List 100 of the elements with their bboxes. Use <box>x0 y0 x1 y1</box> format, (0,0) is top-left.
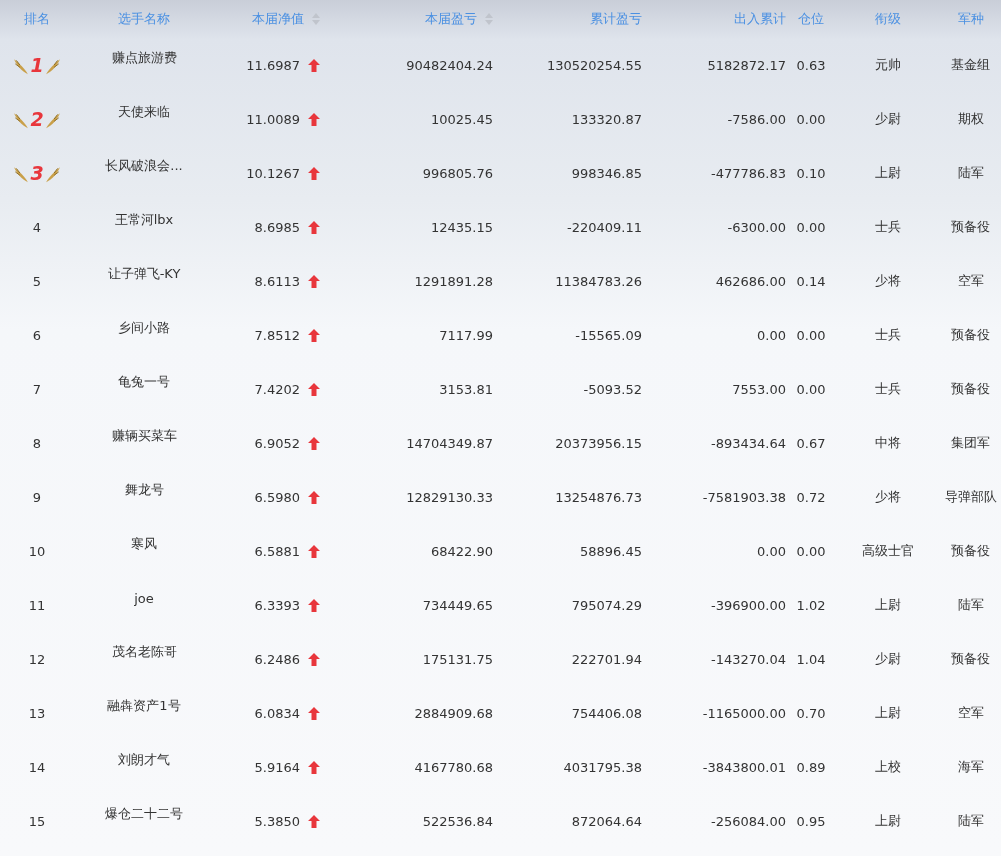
service-branch: 海军 <box>957 758 984 776</box>
season-profit: 522536.84 <box>422 813 493 829</box>
up-arrow-icon <box>308 220 320 234</box>
up-arrow-icon <box>308 814 320 828</box>
rank-title: 少将 <box>875 272 901 290</box>
position-ratio: 0.00 <box>796 111 826 127</box>
rank-number: 8 <box>32 435 42 451</box>
rank-number: 11 <box>28 597 46 613</box>
net-value: 6.3393 <box>254 597 300 613</box>
sort-icon[interactable] <box>485 13 493 25</box>
cash-flow: -477786.83 <box>711 165 786 181</box>
player-name: 刘朗才气 <box>118 751 170 769</box>
sort-icon[interactable] <box>312 13 320 25</box>
service-branch: 预备役 <box>951 326 990 344</box>
column-header: 军种 <box>957 10 984 28</box>
position-ratio: 0.72 <box>796 489 826 505</box>
cash-flow: -396900.00 <box>711 597 786 613</box>
rank-title: 士兵 <box>875 380 901 398</box>
net-value: 8.6113 <box>254 273 300 289</box>
total-profit: 872064.64 <box>571 813 642 829</box>
rank-title: 高级士官 <box>862 542 914 560</box>
service-branch: 预备役 <box>951 542 990 560</box>
winged-rank-badge: 2 <box>13 108 61 130</box>
total-profit: -5093.52 <box>583 381 642 397</box>
net-value: 7.4202 <box>254 381 300 397</box>
rank-title: 中将 <box>875 434 901 452</box>
cash-flow: 0.00 <box>757 543 786 559</box>
position-ratio: 0.95 <box>796 813 826 829</box>
player-name: 寒风 <box>131 535 157 553</box>
position-ratio: 0.89 <box>796 759 826 775</box>
service-branch: 预备役 <box>951 380 990 398</box>
up-arrow-icon <box>308 436 320 450</box>
total-profit: 754406.08 <box>571 705 642 721</box>
season-profit: 68422.90 <box>430 543 493 559</box>
up-arrow-icon <box>308 490 320 504</box>
net-value: 5.9164 <box>254 759 300 775</box>
player-name: 茂名老陈哥 <box>111 643 177 661</box>
up-arrow-icon <box>308 274 320 288</box>
rank-title: 上尉 <box>875 704 901 722</box>
season-profit: 7117.99 <box>439 327 493 343</box>
rank-number: 6 <box>32 327 42 343</box>
season-profit: 734449.65 <box>422 597 493 613</box>
service-branch: 预备役 <box>951 650 990 668</box>
rank-title: 上尉 <box>875 812 901 830</box>
total-profit: 20373956.15 <box>555 435 642 451</box>
column-header[interactable]: 本届净值 <box>252 10 304 28</box>
net-value: 11.0089 <box>246 111 300 127</box>
position-ratio: 0.00 <box>796 543 826 559</box>
total-profit: 4031795.38 <box>563 759 642 775</box>
net-value: 11.6987 <box>246 57 300 73</box>
net-value: 6.5980 <box>254 489 300 505</box>
up-arrow-icon <box>308 328 320 342</box>
player-name: 融犇资产1号 <box>107 697 181 715</box>
total-profit: -220409.11 <box>567 219 642 235</box>
position-ratio: 0.67 <box>796 435 826 451</box>
rank-title: 士兵 <box>875 326 901 344</box>
rank-number: 15 <box>28 813 46 829</box>
season-profit: 996805.76 <box>422 165 493 181</box>
cash-flow: 462686.00 <box>715 273 786 289</box>
position-ratio: 0.00 <box>796 381 826 397</box>
position-ratio: 0.00 <box>796 327 826 343</box>
cash-flow: -1165000.00 <box>702 705 786 721</box>
column-header[interactable]: 本届盈亏 <box>425 10 477 28</box>
player-name: 赚点旅游费 <box>111 49 177 67</box>
winged-rank-badge: 1 <box>13 54 61 76</box>
player-name: 舞龙号 <box>124 481 164 499</box>
cash-flow: -7586.00 <box>727 111 786 127</box>
net-value: 10.1267 <box>246 165 300 181</box>
rank-number: 10 <box>28 543 46 559</box>
total-profit: -15565.09 <box>575 327 642 343</box>
position-ratio: 0.00 <box>796 219 826 235</box>
service-branch: 空军 <box>957 704 984 722</box>
player-name: joe <box>134 590 154 606</box>
up-arrow-icon <box>308 598 320 612</box>
rank-title: 上尉 <box>875 596 901 614</box>
player-name: 龟兔一号 <box>118 373 170 391</box>
column-header: 出入累计 <box>734 10 786 28</box>
cash-flow: -7581903.38 <box>702 489 786 505</box>
total-profit: 222701.94 <box>571 651 642 667</box>
position-ratio: 0.10 <box>796 165 826 181</box>
up-arrow-icon <box>308 544 320 558</box>
total-profit: 13254876.73 <box>555 489 642 505</box>
service-branch: 基金组 <box>951 56 990 74</box>
total-profit: 58896.45 <box>579 543 642 559</box>
player-name: 长风破浪会... <box>105 157 183 175</box>
up-arrow-icon <box>308 706 320 720</box>
cash-flow: -6300.00 <box>727 219 786 235</box>
total-profit: 133320.87 <box>571 111 642 127</box>
net-value: 8.6985 <box>254 219 300 235</box>
player-name: 赚辆买菜车 <box>111 427 177 445</box>
service-branch: 导弹部队 <box>944 488 997 506</box>
position-ratio: 0.14 <box>796 273 826 289</box>
rank-number: 7 <box>32 381 42 397</box>
cash-flow: 7553.00 <box>732 381 786 397</box>
service-branch: 期权 <box>957 110 984 128</box>
service-branch: 陆军 <box>957 596 984 614</box>
cash-flow: -256084.00 <box>711 813 786 829</box>
column-header: 排名 <box>24 10 50 28</box>
rank-number: 9 <box>32 489 42 505</box>
net-value: 6.2486 <box>254 651 300 667</box>
